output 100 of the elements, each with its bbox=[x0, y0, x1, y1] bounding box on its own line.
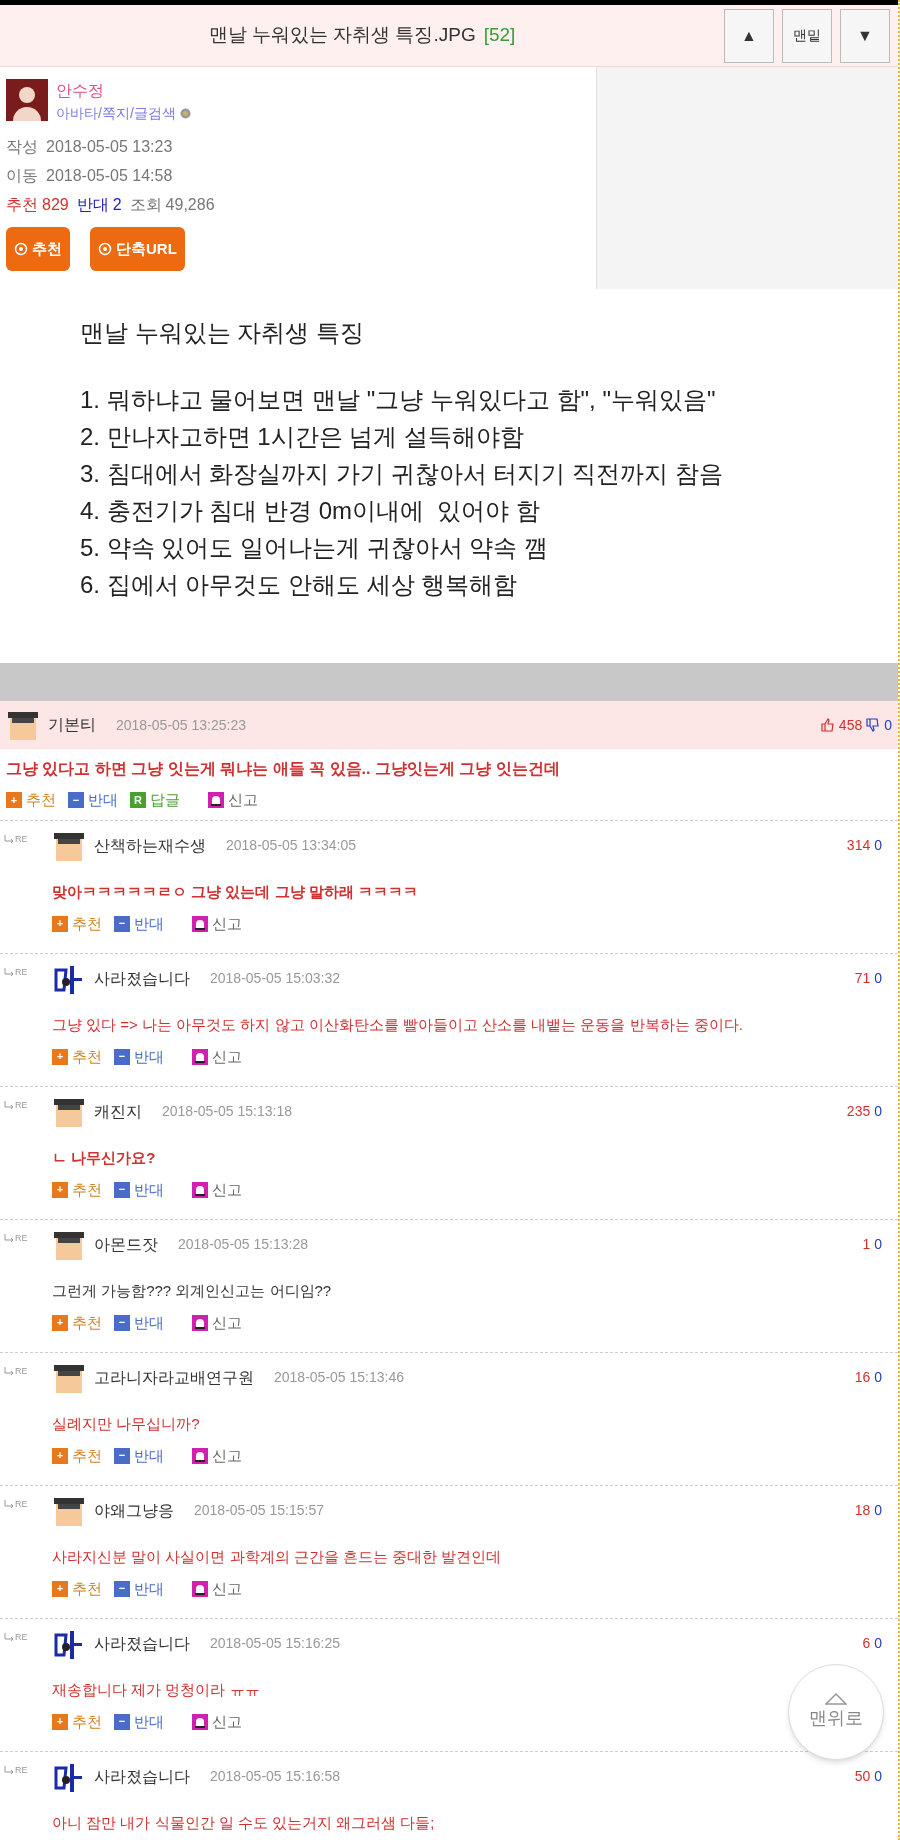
reply-marker: RE bbox=[15, 1765, 28, 1775]
author-name[interactable]: 안수정 bbox=[56, 79, 191, 103]
oppose-button[interactable]: − 반대 bbox=[114, 1710, 164, 1733]
user-name[interactable]: 사라졌습니다 bbox=[94, 966, 190, 991]
reply-arrow-icon bbox=[4, 1632, 14, 1642]
body-line: 3. 침대에서 화장실까지 가기 귀찮아서 터지기 직전까지 참음 bbox=[80, 459, 724, 489]
meta-label: 이동 bbox=[6, 166, 38, 186]
comment-text: 실례지만 나무십니까? bbox=[52, 1413, 200, 1434]
recommend-icon: + bbox=[52, 1181, 68, 1198]
up-count: 16 bbox=[854, 1368, 871, 1387]
reply-arrow-icon bbox=[4, 1765, 14, 1775]
user-name[interactable]: 사라졌습니다 bbox=[94, 1764, 190, 1789]
user-name[interactable]: 산책하는재수생 bbox=[94, 833, 206, 858]
user-name[interactable]: 기본티 bbox=[48, 713, 96, 737]
body-line: 6. 집에서 아무것도 안해도 세상 행복해함 bbox=[80, 570, 519, 600]
recommend-icon: + bbox=[52, 1447, 68, 1464]
oppose-icon: − bbox=[114, 1447, 130, 1464]
comment-time: 2018-05-05 13:34:05 bbox=[226, 836, 356, 855]
body-line: 2. 만나자고하면 1시간은 넘게 설득해야함 bbox=[80, 422, 526, 452]
stat-label: 반대 bbox=[76, 195, 109, 215]
recommend-button[interactable]: + 추천 bbox=[6, 789, 56, 812]
user-name[interactable]: 아몬드잣 bbox=[94, 1232, 158, 1257]
short-url-button[interactable]: 단축URL bbox=[90, 227, 185, 271]
oppose-button[interactable]: − 반대 bbox=[114, 1311, 164, 1334]
bottom-button[interactable]: 맨밑 bbox=[782, 8, 832, 63]
reply-marker: RE bbox=[15, 1366, 28, 1376]
oppose-icon: − bbox=[114, 915, 130, 932]
report-button[interactable]: 신고 bbox=[192, 912, 242, 935]
recommend-button[interactable]: 추천 bbox=[6, 227, 70, 271]
down-count: 0 bbox=[874, 1102, 882, 1121]
comment-time: 2018-05-05 15:16:25 bbox=[210, 1634, 340, 1653]
author-links[interactable]: 아바타/쪽지/글검색 bbox=[56, 103, 176, 124]
recommend-button[interactable]: + 추천 bbox=[52, 1045, 102, 1068]
oppose-button[interactable]: − 반대 bbox=[114, 1444, 164, 1467]
reply-button[interactable]: R 답글 bbox=[130, 789, 180, 812]
report-button[interactable]: 신고 bbox=[192, 1311, 242, 1334]
thumbs-up-icon bbox=[820, 718, 835, 732]
meta-label: 작성 bbox=[6, 137, 38, 157]
user-name[interactable]: 야왜그냥응 bbox=[94, 1498, 174, 1523]
oppose-icon: − bbox=[114, 1314, 130, 1331]
body-line: 1. 뭐하냐고 물어보면 맨날 "그냥 누워있다고 함", "누워있음" bbox=[80, 385, 717, 415]
reply-arrow-icon bbox=[4, 1499, 14, 1509]
reply-arrow-icon bbox=[4, 1366, 14, 1376]
oppose-button[interactable]: − 반대 bbox=[68, 789, 118, 812]
siren-icon bbox=[192, 1580, 208, 1597]
meta-value: 2018-05-05 13:23 bbox=[46, 137, 173, 157]
user-name[interactable]: 고라니자라교배연구원 bbox=[94, 1365, 254, 1390]
comment-text: 그냥 있다고 하면 그냥 잇는게 뭐냐는 애들 꼭 있음.. 그냥잇는게 그냥 잇는건데 bbox=[6, 759, 561, 779]
body-line: 5. 약속 있어도 일어나는게 귀찮아서 약속 깸 bbox=[80, 533, 550, 563]
meta-value: 2018-05-05 14:58 bbox=[46, 166, 173, 186]
body-line: 4. 충전기가 침대 반경 0m이내에 있어야 함 bbox=[80, 496, 542, 526]
report-button[interactable]: 신고 bbox=[192, 1045, 242, 1068]
siren-icon bbox=[208, 792, 224, 809]
recommend-button[interactable]: + 추천 bbox=[52, 1444, 102, 1467]
oppose-icon: − bbox=[114, 1580, 130, 1597]
recommend-button[interactable]: + 추천 bbox=[52, 1311, 102, 1334]
recommend-button[interactable]: + 추천 bbox=[52, 912, 102, 935]
scroll-top-button[interactable]: 맨위로 bbox=[788, 1664, 884, 1760]
circle-icon bbox=[14, 242, 28, 256]
comment-count: [52] bbox=[483, 23, 516, 48]
reply-marker: RE bbox=[15, 1100, 28, 1110]
recommend-button[interactable]: + 추천 bbox=[52, 1178, 102, 1201]
oppose-button[interactable]: − 반대 bbox=[114, 1178, 164, 1201]
user-name[interactable]: 사라졌습니다 bbox=[94, 1631, 190, 1656]
oppose-button[interactable]: − 반대 bbox=[114, 912, 164, 935]
reply-arrow-icon bbox=[4, 834, 14, 844]
comment-text: 사라지신분 말이 사실이면 과학계의 근간을 흔드는 중대한 발견인데 bbox=[52, 1546, 502, 1567]
report-button[interactable]: 신고 bbox=[208, 789, 258, 812]
comment-text: 아니 잠만 내가 식물인간 일 수도 있는거지 왜그러샘 다들; bbox=[52, 1812, 435, 1833]
up-count: 235 bbox=[846, 1102, 871, 1121]
report-button[interactable]: 신고 bbox=[192, 1444, 242, 1467]
comment-time: 2018-05-05 15:13:18 bbox=[162, 1102, 292, 1121]
reply-arrow-icon bbox=[4, 1100, 14, 1110]
oppose-button[interactable]: − 반대 bbox=[114, 1045, 164, 1068]
stat-value: 49,286 bbox=[165, 195, 215, 215]
recommend-button[interactable]: + 추천 bbox=[52, 1577, 102, 1600]
arrow-button[interactable]: ▲ bbox=[724, 8, 774, 63]
report-button[interactable]: 신고 bbox=[192, 1710, 242, 1733]
comment-text: 재송합니다 제가 멍청이라 ㅠㅠ bbox=[52, 1679, 260, 1700]
reply-marker: RE bbox=[15, 1632, 28, 1642]
up-count: 314 bbox=[846, 836, 871, 855]
user-name[interactable]: 캐진지 bbox=[94, 1099, 142, 1124]
comment-time: 2018-05-05 15:13:46 bbox=[274, 1368, 404, 1387]
oppose-button[interactable]: − 반대 bbox=[114, 1577, 164, 1600]
reply-marker: RE bbox=[15, 1233, 28, 1243]
up-triangle-icon bbox=[825, 1692, 847, 1705]
report-button[interactable]: 신고 bbox=[192, 1577, 242, 1600]
down-count: 0 bbox=[874, 1634, 882, 1653]
comment-time: 2018-05-05 15:13:28 bbox=[178, 1235, 308, 1254]
comment-text: 맞아ㅋㅋㅋㅋㅋㄹㅇ 그냥 있는데 그냥 말하래 ㅋㅋㅋㅋ bbox=[52, 881, 418, 902]
recommend-icon: + bbox=[52, 1048, 68, 1065]
report-button[interactable]: 신고 bbox=[192, 1178, 242, 1201]
comment-time: 2018-05-05 13:25:23 bbox=[116, 715, 246, 735]
oppose-icon: − bbox=[114, 1713, 130, 1730]
up-count: 18 bbox=[854, 1501, 871, 1520]
reply-marker: RE bbox=[15, 834, 28, 844]
arrow-button[interactable]: ▼ bbox=[840, 8, 890, 63]
recommend-icon: + bbox=[6, 792, 22, 809]
recommend-button[interactable]: + 추천 bbox=[52, 1710, 102, 1733]
siren-icon bbox=[192, 1314, 208, 1331]
